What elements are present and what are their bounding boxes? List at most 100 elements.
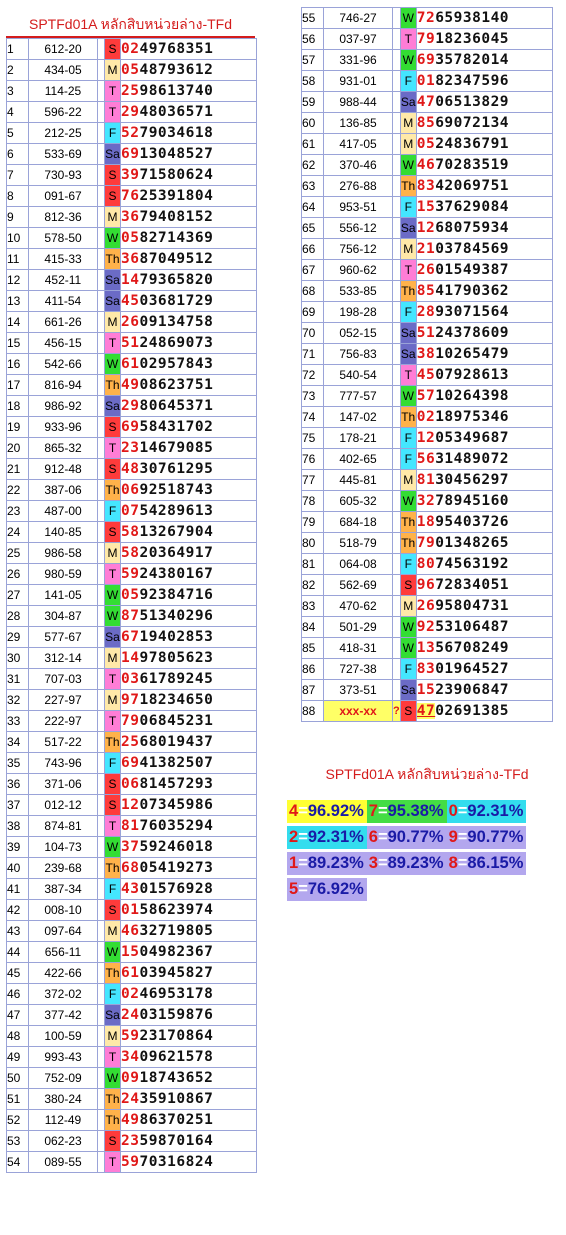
day-badge: Th xyxy=(104,1088,121,1110)
digit-remainder: 06845231 xyxy=(139,713,214,729)
digit-sequence: 5124869073 xyxy=(120,332,257,354)
row-code: 371-06 xyxy=(28,773,98,795)
day-badge: W xyxy=(399,637,417,659)
spacer-cell xyxy=(97,143,105,165)
day-badge: M xyxy=(104,647,121,669)
digit-pair-highlight: 15 xyxy=(416,199,436,215)
row-number: 33 xyxy=(6,710,29,732)
digit-remainder: 03681729 xyxy=(139,293,214,309)
digit-sequence: 2359870164 xyxy=(120,1130,257,1152)
stat-digit: 6 xyxy=(368,828,378,846)
title-right: SPTFd01A หลักสิบหน่วยล่าง-TFd xyxy=(325,766,529,782)
spacer-cell xyxy=(97,983,105,1005)
row-number: 26 xyxy=(6,563,29,585)
day-badge: W xyxy=(104,584,121,606)
digit-pair-highlight: 05 xyxy=(121,62,140,78)
stat-percent: 92.31% xyxy=(467,802,524,820)
digit-pair-highlight: 81 xyxy=(416,472,436,488)
day-badge: F xyxy=(399,553,417,575)
row-code: 064-08 xyxy=(323,553,393,575)
table-row: 18 986-92 Sa 2980645371 xyxy=(6,395,257,417)
spacer-cell xyxy=(97,290,105,312)
digit-sequence: 0249768351 xyxy=(120,38,257,60)
table-row: 50 752-09 W 0918743652 xyxy=(6,1067,257,1089)
spacer-cell xyxy=(97,500,105,522)
digit-sequence: 2403159876 xyxy=(120,1004,257,1026)
stat-item: 1=89.23% xyxy=(287,852,367,875)
spacer-cell xyxy=(392,280,401,302)
stat-item: 8=86.15% xyxy=(446,852,527,875)
row-code: 141-05 xyxy=(28,584,98,606)
spacer-cell xyxy=(392,238,401,260)
table-row: 84 501-29 W 9253106487 xyxy=(301,616,553,638)
digit-remainder: 35910867 xyxy=(139,1091,214,1107)
digit-pair-highlight: 69 xyxy=(416,52,436,68)
table-row: 72 540-54 T 4507928613 xyxy=(301,364,553,386)
digit-sequence: 8751340296 xyxy=(120,605,257,627)
row-code: 227-97 xyxy=(28,689,98,711)
row-number: 18 xyxy=(6,395,29,417)
day-badge: M xyxy=(399,469,417,491)
stat-equals: = xyxy=(298,802,308,820)
spacer-cell xyxy=(97,689,105,711)
digit-pair-highlight: 06 xyxy=(121,776,140,792)
digit-pair-highlight: 45 xyxy=(121,293,140,309)
stat-item: 0=92.31% xyxy=(446,800,527,823)
table-row: 31 707-03 T 0361789245 xyxy=(6,668,257,690)
digit-remainder: 95403726 xyxy=(435,514,510,530)
day-badge: Th xyxy=(104,479,121,501)
digit-pair-highlight: 59 xyxy=(121,1154,140,1170)
digit-pair-highlight: 49 xyxy=(121,1112,140,1128)
spacer-cell xyxy=(97,731,105,753)
row-code: 556-12 xyxy=(323,217,393,239)
spacer-cell xyxy=(97,710,105,732)
spacer-cell xyxy=(97,1067,105,1089)
spacer-cell xyxy=(97,794,105,816)
row-code: 091-67 xyxy=(28,185,98,207)
digit-sequence: 0246953178 xyxy=(120,983,257,1005)
digit-remainder: 04982367 xyxy=(139,944,214,960)
day-badge: T xyxy=(399,364,417,386)
digit-pair-highlight: 92 xyxy=(416,619,436,635)
digit-pair-highlight: 79 xyxy=(121,713,140,729)
spacer-cell xyxy=(392,532,401,554)
row-number: 51 xyxy=(6,1088,29,1110)
digit-remainder: 41382507 xyxy=(139,755,214,771)
digit-pair-highlight: 67 xyxy=(121,629,140,645)
row-number: 59 xyxy=(301,91,324,113)
row-number: 42 xyxy=(6,899,29,921)
day-badge: Th xyxy=(104,374,121,396)
digit-sequence: 0692518743 xyxy=(120,479,257,501)
table-row: 63 276-88 Th 8342069751 xyxy=(301,175,553,197)
row-code: 411-54 xyxy=(28,290,98,312)
digit-pair-highlight: 05 xyxy=(416,136,436,152)
day-badge: W xyxy=(104,605,121,627)
row-number: 32 xyxy=(6,689,29,711)
digit-pair-highlight: 18 xyxy=(416,514,436,530)
table-row: 65 556-12 Sa 1268075934 xyxy=(301,217,553,239)
digit-sequence: 1268075934 xyxy=(415,217,553,239)
row-code: 415-33 xyxy=(28,248,98,270)
row-number: 12 xyxy=(6,269,29,291)
day-badge: Sa xyxy=(104,626,121,648)
row-number: 43 xyxy=(6,920,29,942)
digit-sequence: 2893071564 xyxy=(415,301,553,323)
table-row: 21 912-48 S 4830761295 xyxy=(6,458,257,480)
day-badge: T xyxy=(104,437,121,459)
row-code: 578-50 xyxy=(28,227,98,249)
day-badge: S xyxy=(399,574,417,596)
row-number: 11 xyxy=(6,248,29,270)
row-code: 518-79 xyxy=(323,532,393,554)
row-code: 380-24 xyxy=(28,1088,98,1110)
digit-remainder: 24836791 xyxy=(435,136,510,152)
row-number: 56 xyxy=(301,28,324,50)
table-row: 64 953-51 F 1537629084 xyxy=(301,196,553,218)
stats-panel: 4=96.92% 7=95.38% 0=92.31% 2=92.31% 6=90.77%… xyxy=(287,800,527,904)
digit-pair-highlight: 69 xyxy=(121,146,140,162)
row-code: 445-81 xyxy=(323,469,393,491)
digit-pair-highlight: 69 xyxy=(121,755,140,771)
digit-pair-highlight: 02 xyxy=(121,986,140,1002)
digit-sequence: 4830761295 xyxy=(120,458,257,480)
stats-row: 2=92.31% 6=90.77% 9=90.77% xyxy=(287,826,527,849)
digit-sequence: 2695804731 xyxy=(415,595,553,617)
